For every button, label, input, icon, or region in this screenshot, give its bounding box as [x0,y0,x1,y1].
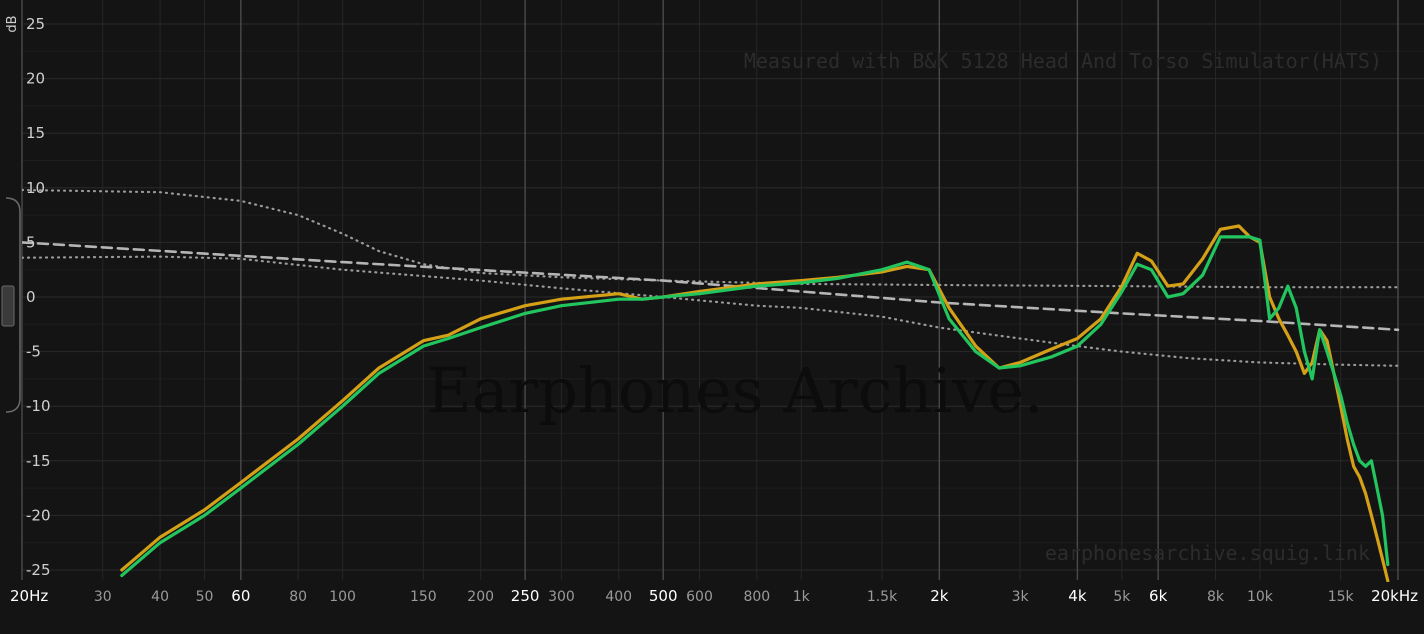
x-tick-label: 60 [231,587,250,605]
annotation-measurement-note: Measured with B&K 5128 Head And Torso Si… [744,49,1382,73]
watermark: Earphones Archive. [426,354,1043,427]
x-tick-label: 6k [1149,587,1168,605]
x-tick-label: 20kHz [1371,587,1418,605]
y-tick-label: -5 [26,343,41,361]
x-tick-label: 10k [1247,589,1274,605]
x-tick-label: 600 [686,589,713,605]
x-tick-label: 30 [94,589,112,605]
y-tick-label: -20 [26,506,51,524]
y-tick-label: 25 [26,15,45,33]
x-tick-label: 200 [467,589,494,605]
x-tick-label: 3k [1012,589,1030,605]
y-tick-label: -25 [26,561,51,579]
x-tick-label: 400 [605,589,632,605]
x-tick-label: 150 [410,589,437,605]
y-tick-label: 0 [26,288,36,306]
x-tick-label: 4k [1068,587,1087,605]
x-tick-label: 5k [1113,589,1131,605]
x-tick-label: 20Hz [10,587,48,605]
x-tick-label: 250 [511,587,540,605]
x-tick-label: 8k [1207,589,1225,605]
x-tick-label: 500 [649,587,678,605]
x-tick-label: 1k [793,589,811,605]
frequency-response-graph: Measured with B&K 5128 Head And Torso Si… [0,0,1424,634]
x-tick-label: 1.5k [867,589,898,605]
y-tick-label: -15 [26,452,51,470]
x-tick-label: 300 [548,589,575,605]
x-tick-label: 40 [151,589,169,605]
annotation-site-link: earphonesarchive.squig.link [1045,541,1370,565]
x-tick-label: 100 [329,589,356,605]
x-tick-label: 50 [196,589,214,605]
y-tick-label: 5 [26,233,36,251]
volume-slider-grip[interactable] [1,285,15,327]
x-tick-label: 800 [743,589,770,605]
y-tick-label: 10 [26,179,45,197]
y-tick-label: -10 [26,397,51,415]
y-tick-label: 20 [26,70,45,88]
x-tick-label: 80 [289,589,307,605]
y-tick-label: 15 [26,124,45,142]
x-tick-label: 2k [930,587,949,605]
x-tick-label: 15k [1328,589,1355,605]
y-unit-label: dB [5,15,20,32]
